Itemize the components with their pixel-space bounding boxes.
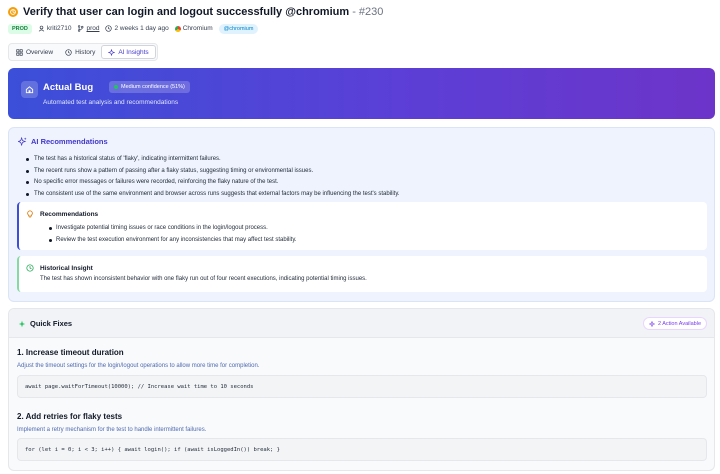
browser: Chromium — [174, 25, 213, 32]
tab-bar: Overview History AI Insights — [8, 43, 158, 61]
quick-fixes-header — [9, 309, 714, 338]
historical-insight-box: Historical Insight The test has shown in… — [17, 256, 707, 292]
fix-title: 2. Add retries for flaky tests — [17, 412, 123, 421]
actions-available-badge: 2 Action Available — [642, 317, 707, 330]
bug-summary-card: Actual Bug Medium confidence (51%) Autom… — [8, 68, 715, 119]
branch[interactable]: prod — [77, 25, 99, 32]
ai-recommendations-card: AI Recommendations The test has a histor… — [8, 127, 715, 302]
confidence-badge: Medium confidence (51%) — [109, 81, 190, 93]
sparkle-icon — [18, 137, 27, 146]
chromium-icon — [174, 25, 181, 32]
recommendations-box: Recommendations Investigate potential ti… — [17, 202, 707, 250]
fix-title: 1. Increase timeout duration — [17, 348, 124, 357]
list-item: The recent runs show a pattern of passin… — [26, 166, 400, 178]
status-dot-icon — [114, 85, 118, 89]
list-item: Investigate potential timing issues or r… — [49, 222, 297, 234]
list-item: The consistent use of the same environme… — [26, 189, 400, 201]
code-snippet[interactable]: for (let i = 0; i < 3; i++) { await logi… — [17, 438, 707, 461]
author: kriti2710 — [38, 25, 71, 32]
env-badge: PROD — [8, 23, 32, 34]
git-branch-icon — [78, 25, 84, 32]
page-header: Verify that user can login and logout su… — [8, 4, 712, 34]
tab-overview[interactable]: Overview — [10, 45, 59, 59]
sparkle-icon — [18, 320, 26, 327]
branch-link[interactable]: prod — [86, 25, 99, 32]
grid-icon — [16, 48, 23, 56]
timestamp: 2 weeks 1 day ago — [105, 25, 169, 32]
quick-fixes-heading: Quick Fixes — [18, 319, 72, 328]
historical-insight-text: The test has shown inconsistent behavior… — [40, 276, 367, 282]
tag-badge[interactable]: @chromium — [218, 23, 259, 34]
sparkle-icon — [648, 320, 655, 327]
bug-subtitle: Automated test analysis and recommendati… — [43, 99, 179, 106]
flaky-status-icon — [8, 7, 18, 17]
user-icon — [38, 25, 45, 32]
recommendations-list: Investigate potential timing issues or r… — [49, 222, 297, 246]
ai-recommendations-heading: AI Recommendations — [18, 137, 108, 146]
fix-description: Implement a retry mechanism for the test… — [17, 427, 207, 433]
page-title: Verify that user can login and logout su… — [23, 6, 384, 18]
tab-history[interactable]: History — [59, 45, 101, 59]
list-item: No specific error messages or failures w… — [26, 177, 400, 189]
quick-fixes-card: Quick Fixes 2 Action Available 1. Increa… — [8, 308, 715, 471]
bug-icon — [21, 81, 38, 98]
sparkle-icon — [108, 48, 116, 56]
meta-row: PROD kriti2710 prod 2 weeks 1 day ago Ch… — [8, 23, 712, 34]
historical-insight-title: Historical Insight — [40, 265, 93, 272]
title-row: Verify that user can login and logout su… — [8, 4, 712, 20]
test-number: #230 — [358, 6, 384, 18]
lightbulb-icon — [26, 210, 34, 220]
bug-title: Actual Bug — [43, 82, 94, 93]
list-item: The test has a historical status of 'fla… — [26, 154, 400, 166]
clock-icon — [26, 264, 34, 274]
fix-description: Adjust the timeout settings for the logi… — [17, 363, 260, 369]
code-snippet[interactable]: await page.waitForTimeout(10000); // Inc… — [17, 375, 707, 398]
list-item: Review the test execution environment fo… — [49, 234, 297, 246]
analysis-list: The test has a historical status of 'fla… — [26, 154, 400, 200]
clock-icon — [65, 48, 72, 56]
recommendations-title: Recommendations — [40, 211, 99, 218]
clock-icon — [105, 25, 113, 32]
tab-ai-insights[interactable]: AI Insights — [101, 45, 156, 59]
